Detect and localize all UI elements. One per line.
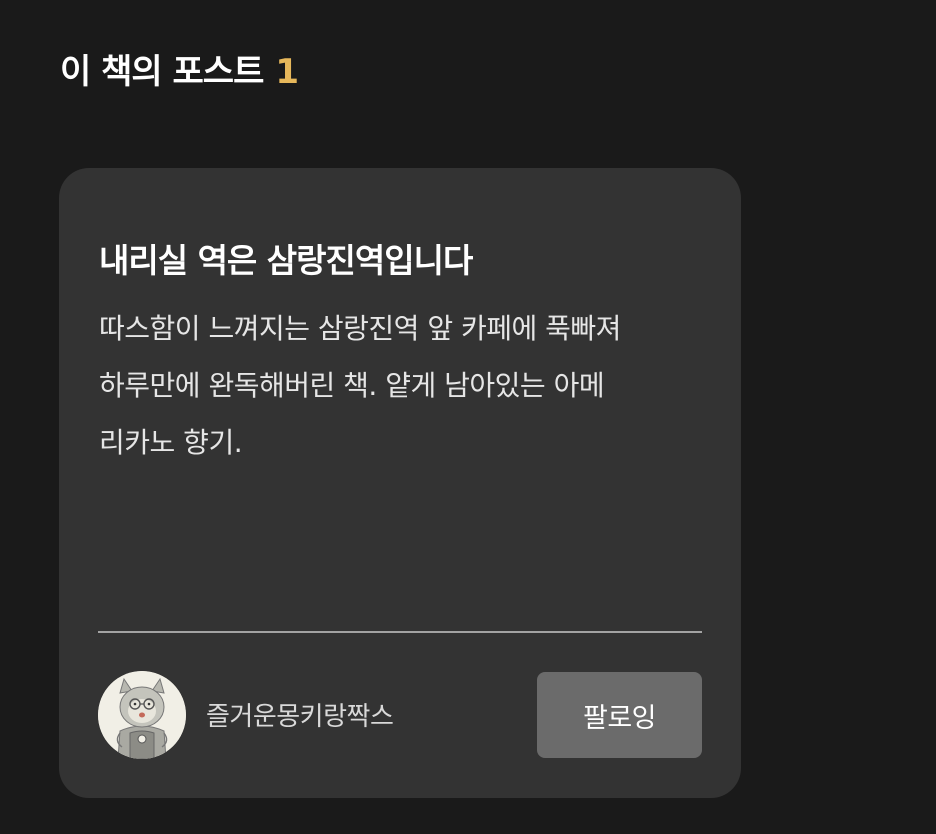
post-body-line: 하루만에 완독해버린 책. 얕게 남아있는 아메 (99, 369, 605, 402)
post-count: 1 (275, 52, 299, 92)
section-title: 이 책의 포스트 (60, 52, 264, 92)
monkey-character-avatar-icon (98, 671, 186, 759)
post-body[interactable]: 따스함이 느껴지는 삼랑진역 앞 카페에 푹빠져 하루만에 완독해버린 책. 얕… (99, 300, 705, 471)
post-card[interactable]: 내리실 역은 삼랑진역입니다 따스함이 느껴지는 삼랑진역 앞 카페에 푹빠져 … (59, 168, 741, 798)
following-button[interactable]: 팔로잉 (537, 672, 702, 758)
divider (98, 631, 702, 633)
section-header: 이 책의 포스트 1 (60, 44, 299, 93)
author-row: 즐거운몽키랑짝스 팔로잉 (98, 671, 702, 759)
post-title[interactable]: 내리실 역은 삼랑진역입니다 (99, 234, 473, 282)
post-body-line: 따스함이 느껴지는 삼랑진역 앞 카페에 푹빠져 (99, 312, 621, 345)
post-body-line: 리카노 향기. (99, 426, 243, 459)
avatar[interactable] (98, 671, 186, 759)
author-name[interactable]: 즐거운몽키랑짝스 (206, 696, 394, 733)
